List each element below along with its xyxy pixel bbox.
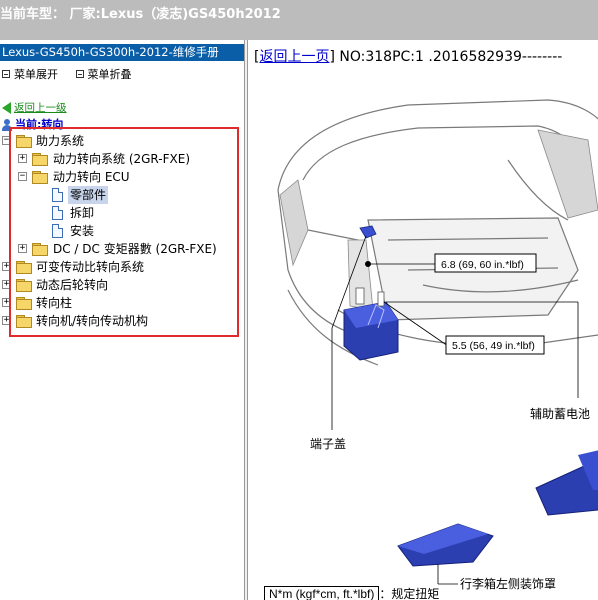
expander-toggle[interactable]: − bbox=[18, 172, 27, 181]
torque-unit-box: N*m (kgf*cm, ft.*lbf) bbox=[264, 586, 380, 600]
window-title: 当前车型： 厂家:Lexus（凌志)GS450h2012 bbox=[0, 7, 281, 22]
document-header: [返回上一页] NO:318PC:1 .2016582939-------- bbox=[254, 49, 563, 65]
torque-value-2: 5.5 (56, 49 in.*lbf) bbox=[452, 340, 535, 352]
sidebar: Lexus-GS450h-GS300h-2012-维修手册 菜单展开 菜单折叠 … bbox=[0, 40, 244, 600]
expander-toggle[interactable]: + bbox=[2, 280, 11, 289]
tree-item-label: 零部件 bbox=[68, 186, 109, 204]
window-title-bar: 当前车型： 厂家:Lexus（凌志)GS450h2012 bbox=[0, 0, 598, 40]
tree-toolbar: 菜单展开 菜单折叠 bbox=[2, 66, 146, 82]
folder-icon bbox=[32, 153, 48, 166]
folder-icon bbox=[16, 297, 32, 310]
folder-icon bbox=[32, 171, 48, 184]
back-to-previous-page-link[interactable]: 返回上一页 bbox=[259, 49, 329, 65]
expander-toggle[interactable]: + bbox=[2, 262, 11, 271]
trunk-trim-label: 行李箱左侧装饰罩 bbox=[460, 576, 556, 591]
tree-item-label: 拆卸 bbox=[70, 206, 95, 220]
folder-icon bbox=[16, 135, 32, 148]
expand-icon bbox=[2, 70, 10, 78]
tree-item-label: 动力转向 ECU bbox=[53, 170, 130, 184]
torque-legend-desc: ：规定扭矩 bbox=[379, 587, 440, 600]
tree-item-label: 助力系统 bbox=[36, 134, 85, 148]
expand-menu-button[interactable]: 菜单展开 bbox=[2, 66, 58, 82]
folder-icon bbox=[16, 279, 32, 292]
tree-item-label: 转向柱 bbox=[36, 296, 73, 310]
expander-toggle[interactable]: + bbox=[2, 316, 11, 325]
manual-title: Lexus-GS450h-GS300h-2012-维修手册 bbox=[0, 44, 244, 61]
terminal-cover-label: 端子盖 bbox=[310, 437, 346, 451]
user-icon bbox=[2, 119, 12, 131]
tree-item-label: 动态后轮转向 bbox=[36, 278, 109, 292]
document-icon bbox=[52, 206, 63, 220]
battery-callout: 辅助蓄电池 bbox=[386, 301, 590, 421]
folder-icon bbox=[32, 243, 48, 256]
component-illustration: 6.8 (69, 60 in.*lbf) 5.5 (56, 49 in.*lbf… bbox=[277, 99, 598, 591]
back-arrow-icon bbox=[2, 102, 11, 114]
expander-toggle[interactable]: + bbox=[18, 244, 27, 253]
folder-icon bbox=[16, 315, 32, 328]
battery-label: 辅助蓄电池 bbox=[530, 407, 590, 421]
current-location: 当前:转向 bbox=[2, 116, 63, 132]
document-icon bbox=[52, 188, 63, 202]
collapse-menu-button[interactable]: 菜单折叠 bbox=[75, 66, 132, 82]
back-to-parent-link[interactable]: 返回上一级 bbox=[14, 102, 67, 114]
tree-item-label: 转向机/转向传动机构 bbox=[36, 314, 149, 328]
collapse-menu-label: 菜单折叠 bbox=[87, 68, 132, 81]
back-to-parent: 返回上一级 bbox=[2, 100, 67, 115]
collapse-icon bbox=[75, 70, 84, 78]
torque-legend: N*m (kgf*cm, ft.*lbf) ：规定扭矩 bbox=[264, 585, 439, 600]
expander-toggle[interactable]: − bbox=[2, 136, 11, 145]
document-id: NO:318PC:1 .2016582939-------- bbox=[339, 49, 563, 65]
expand-menu-label: 菜单展开 bbox=[14, 68, 58, 81]
expander-toggle[interactable]: + bbox=[18, 154, 27, 163]
trunk-trim-panels bbox=[397, 450, 598, 567]
document-viewer: [返回上一页] NO:318PC:1 .2016582939-------- 6… bbox=[248, 40, 598, 600]
tree-item-label: 安装 bbox=[70, 224, 95, 238]
current-location-label: 当前:转向 bbox=[15, 118, 64, 131]
trunk-trim-callout: 行李箱左侧装饰罩 bbox=[437, 564, 556, 591]
tree-item-label: 动力转向系统 (2GR-FXE) bbox=[53, 152, 190, 166]
expander-toggle[interactable]: + bbox=[2, 298, 11, 307]
tree-item-label: DC / DC 变矩器數 (2GR-FXE) bbox=[53, 242, 217, 256]
tree-item-label: 可变传动比转向系统 bbox=[36, 260, 145, 274]
torque-value-1: 6.8 (69, 60 in.*lbf) bbox=[441, 259, 524, 271]
document-icon bbox=[52, 224, 63, 238]
folder-icon bbox=[16, 261, 32, 274]
